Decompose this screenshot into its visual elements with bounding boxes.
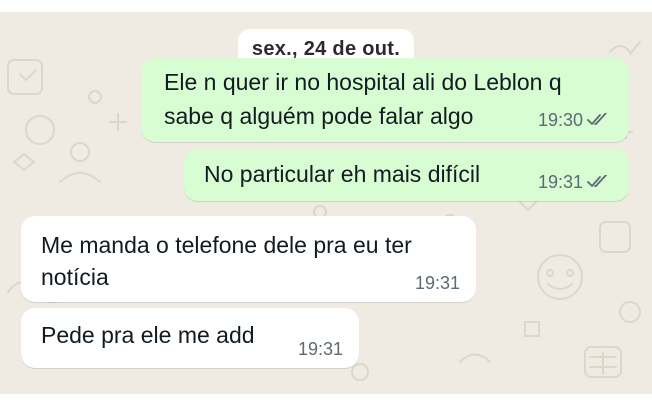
message-time: 19:31 [414,273,460,293]
outgoing-message[interactable]: No particular eh mais difícil 19:31 [184,149,629,201]
message-text-line: No particular eh mais difícil [204,161,481,187]
chat-area[interactable]: sex., 24 de out. Ele n quer ir no hospit… [0,12,652,394]
outgoing-message[interactable]: Ele n quer ir no hospital ali do Leblon … [141,58,629,142]
message-text-line: Me manda o telefone dele pra eu ter [41,232,412,258]
message-meta: 19:31 [538,172,613,192]
message-text-line: notícia [41,264,109,290]
incoming-message[interactable]: Pede pra ele me add 19:31 [21,308,359,368]
message-text-line: Ele n quer ir no hospital ali do Leblon … [164,69,562,95]
message-text-line: Pede pra ele me add [41,322,255,348]
message-time: 19:31 [297,339,343,359]
message-text-line: sabe q alguém pode falar algo [164,103,474,129]
double-check-icon [587,113,607,125]
message-meta: 19:30 [538,110,613,130]
double-check-icon [587,175,607,187]
message-meta: 19:31 [415,273,460,293]
incoming-message[interactable]: Me manda o telefone dele pra eu ter notí… [21,216,476,302]
message-time: 19:30 [537,110,583,130]
message-time: 19:31 [537,172,583,192]
message-meta: 19:31 [298,339,343,359]
